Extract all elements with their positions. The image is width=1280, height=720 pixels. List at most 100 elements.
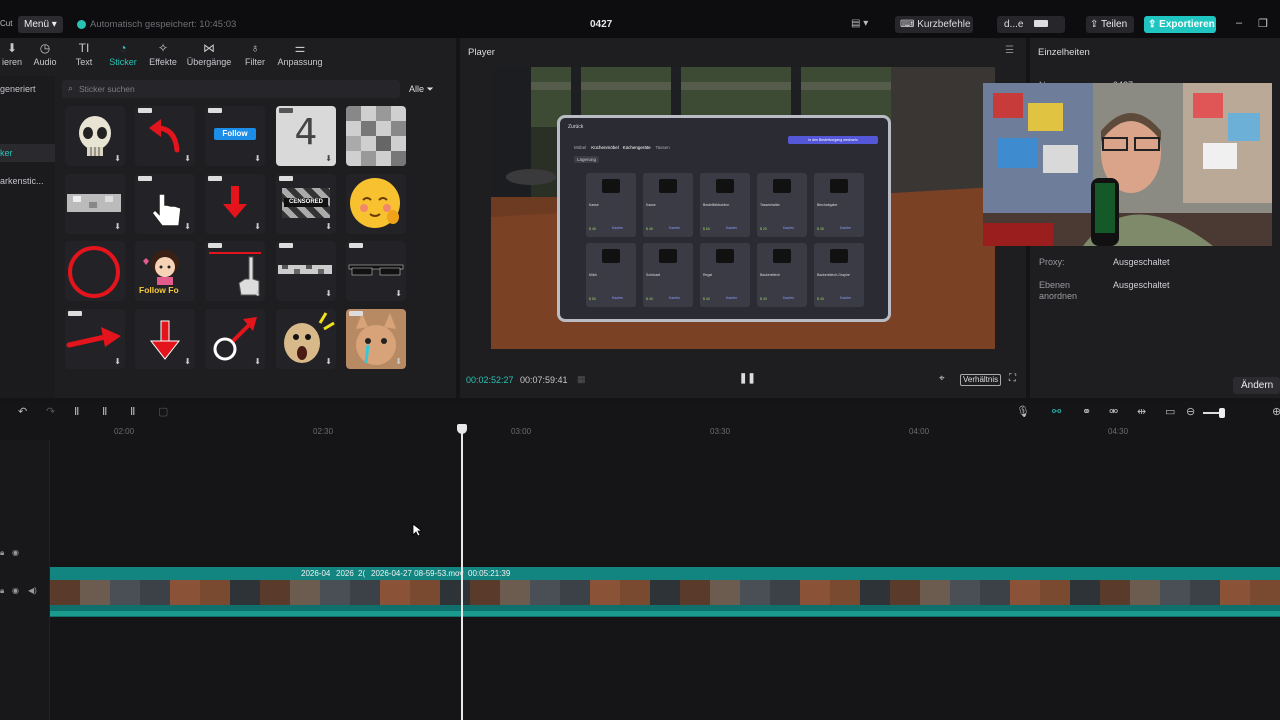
download-icon[interactable]: ⬇ bbox=[395, 289, 402, 298]
user-button[interactable]: d...e bbox=[997, 16, 1065, 33]
tab-text[interactable]: TI Text bbox=[70, 40, 98, 67]
delete-icon[interactable]: ▢ bbox=[158, 405, 168, 418]
clip-thumbnail bbox=[320, 580, 350, 605]
shortcuts-button[interactable]: ⌨ Kurzbefehle bbox=[895, 16, 973, 33]
sticker-pixel-strip[interactable]: ⬇ bbox=[276, 241, 336, 301]
tab-sticker[interactable]: ◔ Sticker bbox=[106, 40, 140, 67]
proxy-value[interactable]: Ausgeschaltet bbox=[1113, 257, 1170, 267]
video-preview[interactable]: Zurück In den Bestellvorgang wechseln Mö… bbox=[491, 67, 995, 349]
sticker-pixel-bar[interactable]: ⬇ bbox=[65, 174, 125, 234]
sticker-countdown[interactable]: 4 ⬇ bbox=[276, 106, 336, 166]
download-icon[interactable]: ⬇ bbox=[254, 154, 261, 163]
zoom-slider-handle[interactable] bbox=[1219, 408, 1225, 418]
caption-icon[interactable]: ▭ bbox=[1165, 405, 1175, 418]
sticker-search-input[interactable] bbox=[79, 82, 379, 96]
sticker-follow-button[interactable]: Follow ⬇ bbox=[205, 106, 265, 166]
category-sticker[interactable]: ker bbox=[0, 144, 55, 162]
change-button[interactable]: Ändern bbox=[1233, 377, 1280, 394]
filter-all-button[interactable]: Alle ⏷ bbox=[409, 80, 447, 98]
download-icon[interactable]: ⬇ bbox=[254, 289, 261, 298]
link-icon[interactable]: ⚮ bbox=[1109, 405, 1118, 418]
sticker-target-arrow[interactable]: ⬇ bbox=[205, 309, 265, 369]
sticker-pixel-sunglasses[interactable]: ⬇ bbox=[346, 241, 406, 301]
preview-axis-icon[interactable]: ⇹ bbox=[1137, 405, 1146, 418]
ruler-label: 02:00 bbox=[114, 427, 135, 436]
minimize-icon[interactable]: – bbox=[1236, 17, 1242, 29]
undo-icon[interactable]: ↶ bbox=[18, 405, 27, 418]
adjust-icon: ⚌ bbox=[294, 41, 306, 55]
clip-thumbnail bbox=[830, 580, 860, 605]
tab-filter[interactable]: ♁ Filter bbox=[240, 40, 270, 67]
playhead[interactable] bbox=[461, 430, 463, 720]
tab-transitions[interactable]: ⋈ Übergänge bbox=[184, 40, 234, 67]
download-icon[interactable]: ⬇ bbox=[254, 222, 261, 231]
pause-icon[interactable]: ❚❚ bbox=[739, 373, 756, 384]
auto-snap-icon[interactable]: ⚭ bbox=[1082, 405, 1091, 418]
sticker-curved-arrow[interactable]: ⬇ bbox=[135, 106, 195, 166]
tablet-item-price: $ 50 bbox=[589, 297, 596, 301]
split-right-icon[interactable]: Ⅱ bbox=[130, 405, 135, 418]
download-icon[interactable]: ⬇ bbox=[184, 154, 191, 163]
split-icon[interactable]: Ⅱ bbox=[74, 405, 79, 418]
sticker-pointing-finger[interactable]: ⬇ bbox=[205, 241, 265, 301]
main-track-magnet-icon[interactable]: ⚯ bbox=[1052, 405, 1061, 418]
sticker-right-arrow[interactable]: ⬇ bbox=[65, 309, 125, 369]
player-menu-icon[interactable]: ☰ bbox=[1005, 45, 1014, 56]
tablet-category: Lagerung bbox=[574, 156, 600, 163]
download-icon[interactable]: ⬇ bbox=[254, 357, 261, 366]
download-icon[interactable]: ⬇ bbox=[184, 222, 191, 231]
main-track-audio-icon[interactable]: ◀) bbox=[28, 586, 37, 595]
countdown-number: 4 bbox=[294, 112, 318, 153]
layout-icon[interactable]: ▤ ▾ bbox=[851, 18, 868, 29]
timeline-grid-icon[interactable]: ▦ bbox=[577, 374, 586, 385]
fullscreen-icon[interactable]: ⛶ bbox=[1009, 373, 1016, 384]
download-icon[interactable]: ⬇ bbox=[325, 222, 332, 231]
main-track-lock-icon[interactable]: 🔒︎ bbox=[0, 586, 4, 596]
tab-audio[interactable]: ◷ Audio bbox=[30, 40, 60, 67]
tablet-item-name: Milch bbox=[589, 273, 598, 277]
sticker-pointing-hand[interactable]: ⬇ bbox=[135, 174, 195, 234]
category-generated[interactable]: generiert bbox=[0, 84, 55, 94]
share-button[interactable]: ⇪ Teilen bbox=[1086, 16, 1134, 33]
download-icon[interactable]: ⬇ bbox=[184, 357, 191, 366]
download-icon[interactable]: ⬇ bbox=[325, 357, 332, 366]
ratio-button[interactable]: Verhältnis bbox=[960, 374, 1002, 386]
download-icon[interactable]: ⬇ bbox=[325, 154, 332, 163]
export-button[interactable]: ⇪ Exportieren bbox=[1144, 16, 1216, 33]
zoom-in-icon[interactable]: ⊕ bbox=[1272, 405, 1280, 418]
microphone-icon[interactable]: 🎙 bbox=[1016, 405, 1030, 418]
tab-import[interactable]: ⬇ ieren bbox=[0, 40, 24, 67]
crop-icon[interactable]: ⌖ bbox=[939, 373, 945, 384]
project-title[interactable]: 0427 bbox=[590, 19, 612, 30]
tab-effects[interactable]: ✧ Effekte bbox=[146, 40, 180, 67]
download-icon[interactable]: ⬇ bbox=[325, 289, 332, 298]
download-icon[interactable]: ⬇ bbox=[114, 357, 121, 366]
sticker-crying-cat[interactable]: ⬇ bbox=[346, 309, 406, 369]
restore-icon[interactable]: ❐ bbox=[1258, 17, 1268, 30]
sticker-down-arrow[interactable]: ⬇ bbox=[205, 174, 265, 234]
track-lock-icon[interactable]: 🔒︎ bbox=[0, 548, 4, 558]
tablet-tab: Küchengeräte bbox=[622, 145, 651, 150]
ruler-label: 04:00 bbox=[909, 427, 930, 436]
zoom-out-icon[interactable]: ⊖ bbox=[1186, 405, 1195, 418]
download-icon[interactable]: ⬇ bbox=[114, 154, 121, 163]
clip-label: 2026-04 bbox=[301, 569, 331, 578]
redo-icon[interactable]: ↷ bbox=[46, 405, 55, 418]
sticker-skull[interactable]: ⬇ bbox=[65, 106, 125, 166]
sticker-pixel-mosaic[interactable] bbox=[346, 106, 406, 166]
sticker-surprised-dog[interactable]: ⬇ bbox=[276, 309, 336, 369]
split-left-icon[interactable]: Ⅱ bbox=[102, 405, 107, 418]
layers-value[interactable]: Ausgeschaltet bbox=[1113, 280, 1170, 290]
menu-button[interactable]: Menü ▾ bbox=[18, 16, 63, 33]
download-icon[interactable]: ⬇ bbox=[114, 222, 121, 231]
sticker-down-arrow-2[interactable]: ⬇ bbox=[135, 309, 195, 369]
category-marker-sticker[interactable]: arkenstic... bbox=[0, 176, 55, 186]
sticker-censored[interactable]: CENSORED ⬇ bbox=[276, 174, 336, 234]
sticker-red-circle[interactable] bbox=[65, 241, 125, 301]
sticker-follow-girl[interactable]: Follow Fo bbox=[135, 241, 195, 301]
track-visibility-icon[interactable]: ◉ bbox=[12, 548, 19, 557]
sticker-blushing-emoji[interactable] bbox=[346, 174, 406, 234]
download-icon[interactable]: ⬇ bbox=[395, 357, 402, 366]
main-track-visibility-icon[interactable]: ◉ bbox=[12, 586, 19, 595]
tab-adjust[interactable]: ⚌ Anpassung bbox=[276, 40, 324, 67]
